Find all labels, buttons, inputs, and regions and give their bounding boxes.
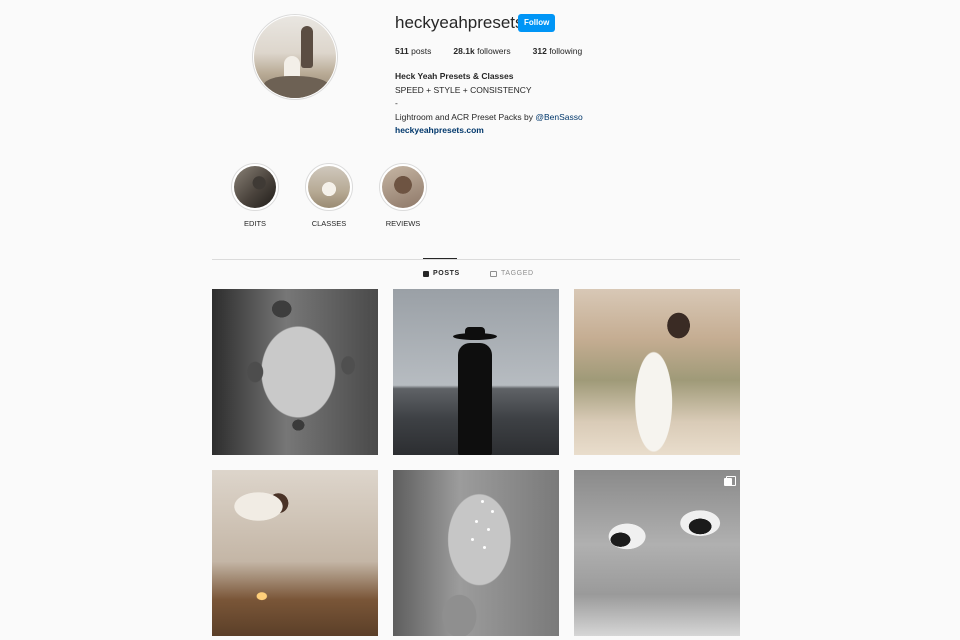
highlight-label: EDITS bbox=[243, 219, 267, 228]
posts-stat: 511 posts bbox=[395, 46, 431, 56]
bio-line-3: Lightroom and ACR Preset Packs by @BenSa… bbox=[395, 111, 583, 125]
followers-count: 28.1k bbox=[453, 46, 475, 56]
highlight-classes[interactable]: CLASSES bbox=[304, 163, 354, 228]
bio-name: Heck Yeah Presets & Classes bbox=[395, 71, 514, 81]
posts-stat-label: posts bbox=[411, 46, 432, 56]
post-thumbnail[interactable] bbox=[393, 289, 559, 455]
highlight-label: CLASSES bbox=[311, 219, 347, 228]
following-stat-label: following bbox=[549, 46, 583, 56]
tab-posts-label: POSTS bbox=[433, 270, 460, 277]
tab-tagged[interactable]: TAGGED bbox=[490, 270, 534, 277]
followers-stat-label: followers bbox=[477, 46, 511, 56]
posts-grid bbox=[212, 289, 740, 636]
profile-bio: Heck Yeah Presets & Classes SPEED + STYL… bbox=[395, 70, 583, 138]
bio-line-3-text: Lightroom and ACR Preset Packs by bbox=[395, 111, 536, 122]
tab-tagged-label: TAGGED bbox=[501, 270, 534, 277]
highlight-cover bbox=[379, 163, 427, 211]
post-thumbnail[interactable] bbox=[212, 289, 378, 455]
bio-line-1: SPEED + STYLE + CONSISTENCY bbox=[395, 84, 532, 95]
profile-username: heckyeahpresets bbox=[395, 13, 524, 32]
highlight-label: REVIEWS bbox=[385, 219, 421, 228]
following-count: 312 bbox=[532, 46, 547, 56]
highlight-cover bbox=[305, 163, 353, 211]
tagged-icon bbox=[490, 270, 497, 277]
post-thumbnail[interactable] bbox=[212, 470, 378, 636]
post-thumbnail[interactable] bbox=[393, 470, 559, 636]
profile-avatar[interactable] bbox=[252, 14, 338, 100]
bio-line-2: - bbox=[395, 98, 398, 109]
posts-count: 511 bbox=[395, 46, 409, 56]
profile-stats: 511 posts 28.1k followers 312 following bbox=[395, 46, 582, 56]
story-highlights: EDITS CLASSES REVIEWS bbox=[230, 163, 428, 228]
bio-website-link[interactable]: heckyeahpresets.com bbox=[395, 124, 583, 138]
active-tab-indicator bbox=[423, 258, 457, 259]
highlight-edits[interactable]: EDITS bbox=[230, 163, 280, 228]
highlight-reviews[interactable]: REVIEWS bbox=[378, 163, 428, 228]
profile-avatar-image bbox=[254, 16, 336, 98]
highlight-cover bbox=[231, 163, 279, 211]
following-stat[interactable]: 312 following bbox=[533, 46, 583, 56]
post-thumbnail[interactable] bbox=[574, 470, 740, 636]
bio-mention-link[interactable]: @BenSasso bbox=[535, 112, 582, 122]
grid-icon bbox=[423, 270, 429, 277]
post-thumbnail[interactable] bbox=[574, 289, 740, 455]
tab-posts[interactable]: POSTS bbox=[423, 270, 460, 277]
tabs-divider bbox=[212, 259, 740, 260]
follow-button[interactable]: Follow bbox=[518, 14, 556, 32]
multi-image-icon bbox=[724, 476, 736, 486]
followers-stat[interactable]: 28.1k followers bbox=[453, 46, 510, 56]
